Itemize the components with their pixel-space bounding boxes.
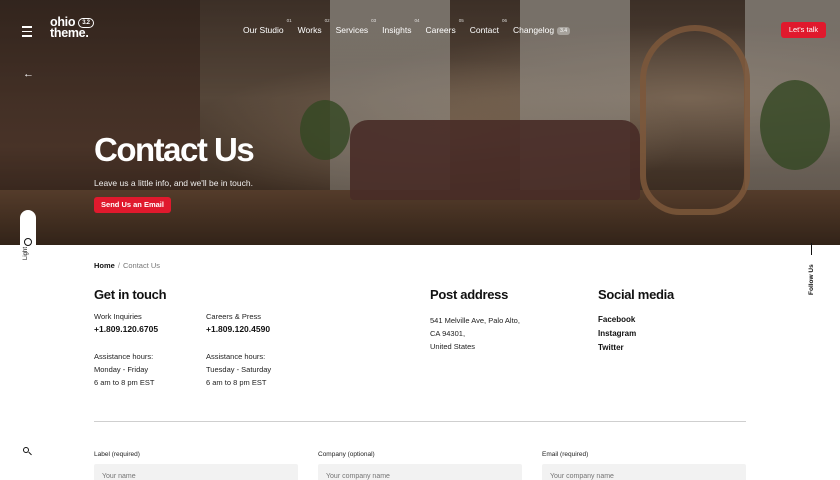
main-nav: Our Studio 01 Works 02 Services 03 Insights… (243, 18, 584, 35)
company-field-label: Company (optional) (318, 451, 375, 458)
nav-item-careers[interactable]: Careers 05 (425, 18, 463, 35)
send-email-button[interactable]: Send Us an Email (94, 197, 171, 213)
nav-item-our-studio[interactable]: Our Studio 01 (243, 18, 292, 35)
breadcrumb-current: Contact Us (122, 261, 161, 270)
logo[interactable]: ohio 3.2 theme. (50, 16, 94, 40)
follow-us-label: Follow Us (808, 264, 815, 295)
nav-item-contact[interactable]: Contact 06 (470, 18, 507, 35)
assistance-time: 6 am to 8 pm EST (94, 378, 155, 387)
follow-divider (811, 243, 812, 255)
nav-item-number: 02 (324, 18, 330, 23)
instagram-link[interactable]: Instagram (598, 329, 636, 338)
nav-item-changelog[interactable]: Changelog 3.4 (513, 25, 571, 35)
nav-item-works[interactable]: Works 02 (298, 18, 330, 35)
hamburger-menu-icon[interactable] (22, 26, 32, 40)
post-address-heading: Post address (430, 287, 509, 302)
back-arrow-icon[interactable]: ← (23, 68, 34, 80)
sun-icon (24, 238, 32, 246)
logo-line2: theme. (50, 26, 89, 40)
careers-press-phone[interactable]: +1.809.120.4590 (206, 324, 270, 334)
assistance-days: Monday - Friday (94, 365, 149, 374)
nav-item-number: 05 (458, 18, 464, 23)
breadcrumb-separator: / (117, 261, 120, 270)
section-divider (94, 421, 746, 422)
email-field[interactable] (542, 464, 746, 480)
address-line2: CA 94301, (430, 329, 466, 338)
changelog-version-badge: 3.4 (557, 27, 571, 35)
breadcrumb-home[interactable]: Home (94, 261, 115, 270)
address-line3: United States (430, 342, 476, 351)
nav-item-number: 03 (371, 18, 377, 23)
work-inquiries-label: Work Inquiries (94, 312, 142, 321)
work-inquiries-phone[interactable]: +1.809.120.6705 (94, 324, 158, 334)
email-field-label: Email (required) (542, 451, 589, 458)
name-field[interactable] (94, 464, 298, 480)
assistance-days: Tuesday - Saturday (206, 365, 272, 374)
assistance-time: 6 am to 8 pm EST (206, 378, 267, 387)
nav-item-number: 04 (414, 18, 420, 23)
assistance-hours-label: Assistance hours: (206, 352, 266, 361)
careers-press-label: Careers & Press (206, 312, 262, 321)
address-line1: 541 Melville Ave, Palo Alto, (430, 316, 520, 325)
hero-subtitle: Leave us a little info, and we'll be in … (94, 178, 253, 188)
get-in-touch-heading: Get in touch (94, 287, 167, 302)
nav-item-services[interactable]: Services 03 (336, 18, 377, 35)
search-icon[interactable] (23, 447, 32, 456)
nav-item-number: 06 (501, 18, 507, 23)
theme-toggle[interactable]: Light (20, 210, 36, 270)
lets-talk-button[interactable]: Let's talk (781, 22, 826, 38)
nav-item-insights[interactable]: Insights 04 (382, 18, 419, 35)
assistance-hours-label: Assistance hours: (94, 352, 154, 361)
social-media-heading: Social media (598, 287, 674, 302)
breadcrumb: Home / Contact Us (94, 261, 160, 270)
twitter-link[interactable]: Twitter (598, 343, 624, 352)
facebook-link[interactable]: Facebook (598, 315, 635, 324)
page-title: Contact Us (94, 131, 255, 168)
theme-toggle-label: Light (23, 246, 29, 260)
company-field[interactable] (318, 464, 522, 480)
name-field-label: Label (required) (94, 451, 140, 458)
nav-item-number: 01 (286, 18, 292, 23)
